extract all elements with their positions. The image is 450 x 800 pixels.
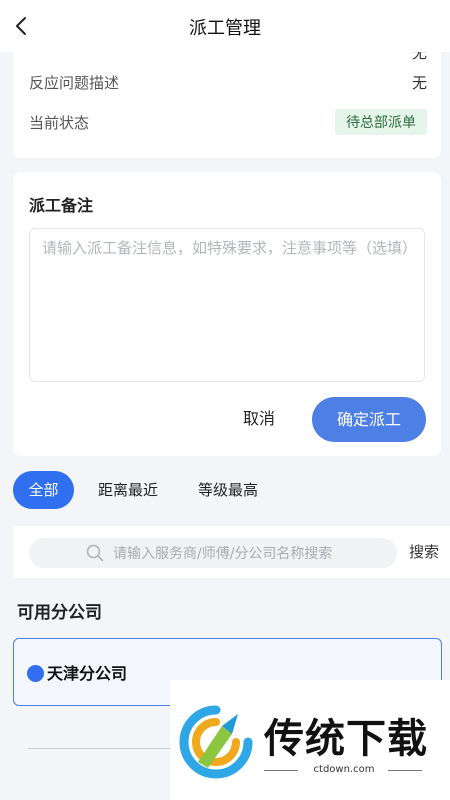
search-input[interactable]: 请输入服务商/师傅/分公司名称搜索 — [29, 538, 397, 568]
filter-tabs: 全部 距离最近 等级最高 — [13, 471, 437, 509]
watermark: 传统下载 ctdown.com — [170, 680, 450, 800]
page-title: 派工管理 — [189, 18, 261, 39]
tab-highest-level[interactable]: 等级最高 — [193, 471, 263, 509]
status-badge: 待总部派单 — [335, 109, 427, 135]
branch-name: 天津分公司 — [47, 664, 128, 683]
confirm-dispatch-button[interactable]: 确定派工 — [312, 397, 426, 442]
remark-title: 派工备注 — [29, 196, 94, 215]
remark-textarea[interactable]: 请输入派工备注信息，如特殊要求，注意事项等（选填） — [29, 228, 425, 382]
issue-value: 无 — [411, 73, 427, 92]
search-icon — [86, 544, 104, 562]
radio-selected-icon[interactable] — [27, 665, 44, 682]
dispatch-remark-card: 派工备注 请输入派工备注信息，如特殊要求，注意事项等（选填） 取消 确定派工 — [13, 172, 441, 456]
search-placeholder: 请输入服务商/师傅/分公司名称搜索 — [113, 546, 333, 562]
tab-all[interactable]: 全部 — [13, 471, 74, 509]
cancel-button[interactable]: 取消 — [227, 398, 291, 440]
order-info-card: 无 反应问题描述 无 当前状态 待总部派单 — [13, 40, 441, 158]
info-row-issue: 反应问题描述 无 — [29, 70, 427, 94]
search-button[interactable]: 搜索 — [409, 541, 439, 562]
search-bar: 请输入服务商/师傅/分公司名称搜索 搜索 — [13, 526, 450, 578]
watermark-logo-icon — [179, 705, 253, 779]
divider — [28, 748, 178, 749]
info-row-status: 当前状态 待总部派单 — [29, 109, 427, 135]
app-header: 派工管理 — [0, 0, 450, 52]
tab-nearest[interactable]: 距离最近 — [93, 471, 163, 509]
watermark-text: 传统下载 — [264, 716, 428, 762]
watermark-line-right — [388, 770, 422, 771]
section-title-branches: 可用分公司 — [17, 603, 102, 623]
issue-label: 反应问题描述 — [29, 73, 120, 92]
status-label: 当前状态 — [29, 113, 90, 132]
